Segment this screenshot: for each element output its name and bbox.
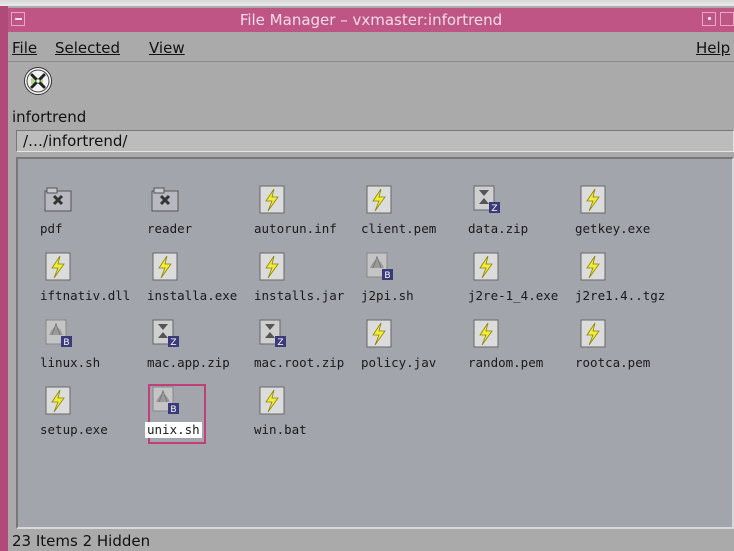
file-name: installa.exe xyxy=(147,288,238,303)
file-item[interactable]: win.bat xyxy=(242,386,342,446)
folder-icon[interactable] xyxy=(150,185,180,215)
file-item[interactable]: client.pem xyxy=(349,185,449,245)
file-name: unix.sh xyxy=(145,422,202,438)
data-file-icon[interactable] xyxy=(471,319,501,349)
file-name: getkey.exe xyxy=(575,221,651,236)
svg-text:Z: Z xyxy=(277,338,283,348)
file-name: mac.root.zip xyxy=(254,355,345,370)
file-item[interactable]: iftnativ.dll xyxy=(28,252,131,312)
zip-archive-icon[interactable]: Z xyxy=(471,185,501,215)
maximize-button[interactable] xyxy=(720,12,734,26)
svg-text:Z: Z xyxy=(170,338,176,348)
file-name: setup.exe xyxy=(40,422,108,437)
file-name: data.zip xyxy=(468,221,529,236)
menu-divider xyxy=(8,61,734,62)
file-name: client.pem xyxy=(361,221,437,236)
file-item[interactable]: installs.jar xyxy=(242,252,345,312)
menu-help[interactable]: Help xyxy=(696,36,730,60)
data-file-icon[interactable] xyxy=(578,185,608,215)
file-name: mac.app.zip xyxy=(147,355,230,370)
data-file-icon[interactable] xyxy=(43,386,73,416)
menu-bar: File Selected View Help xyxy=(8,36,734,60)
file-item[interactable]: j2re-1_4.exe xyxy=(456,252,559,312)
file-item[interactable]: rootca.pem xyxy=(563,319,663,379)
folder-icon[interactable] xyxy=(43,185,73,215)
file-item[interactable]: pdf xyxy=(28,185,128,245)
status-text: 23 Items 2 Hidden xyxy=(12,532,151,550)
file-view-pane[interactable]: pdf reader autorun.inf client.pem Zdata.zip g… xyxy=(16,157,734,529)
file-item[interactable]: setup.exe xyxy=(28,386,128,446)
data-file-icon[interactable] xyxy=(578,319,608,349)
file-name: iftnativ.dll xyxy=(40,288,131,303)
svg-text:B: B xyxy=(63,338,69,348)
file-item[interactable]: reader xyxy=(135,185,235,245)
svg-text:B: B xyxy=(384,271,390,281)
data-file-icon[interactable] xyxy=(43,252,73,282)
menu-file-label: File xyxy=(12,39,38,57)
minimize-button[interactable] xyxy=(702,12,716,26)
file-item[interactable]: Zdata.zip xyxy=(456,185,556,245)
file-name: rootca.pem xyxy=(575,355,651,370)
file-name: autorun.inf xyxy=(254,221,337,236)
cd-disc-icon[interactable] xyxy=(24,67,52,95)
data-file-icon[interactable] xyxy=(257,252,287,282)
file-item[interactable]: getkey.exe xyxy=(563,185,663,245)
file-item[interactable]: Bunix.sh xyxy=(135,386,235,446)
data-file-icon[interactable] xyxy=(257,185,287,215)
host-label[interactable]: infortrend xyxy=(12,108,86,126)
path-text: /…/infortrend/ xyxy=(23,132,128,150)
shell-script-icon[interactable]: B xyxy=(364,252,394,282)
file-name: reader xyxy=(147,221,193,236)
window-menu-button[interactable] xyxy=(11,12,25,26)
window-menu-icon xyxy=(15,18,22,20)
status-bar: 23 Items 2 Hidden xyxy=(8,532,734,551)
menu-selected[interactable]: Selected xyxy=(55,36,120,60)
data-file-icon[interactable] xyxy=(150,252,180,282)
file-name: installs.jar xyxy=(254,288,345,303)
file-name: pdf xyxy=(40,221,63,236)
file-name: linux.sh xyxy=(40,355,101,370)
file-manager-window: File Manager – vxmaster:infortrend File … xyxy=(0,6,734,551)
file-item[interactable]: Zmac.app.zip xyxy=(135,319,235,379)
path-field[interactable]: /…/infortrend/ xyxy=(16,130,734,152)
file-item[interactable]: Bj2pi.sh xyxy=(349,252,449,312)
data-file-icon[interactable] xyxy=(578,252,608,282)
menu-file[interactable]: File xyxy=(12,36,37,60)
file-name: j2re1.4..tgz xyxy=(575,288,666,303)
data-file-icon[interactable] xyxy=(257,386,287,416)
menu-view[interactable]: View xyxy=(149,36,185,60)
menu-selected-label: Selected xyxy=(55,39,121,57)
title-bar[interactable]: File Manager – vxmaster:infortrend xyxy=(8,8,734,32)
window-title: File Manager – vxmaster:infortrend xyxy=(239,11,503,29)
zip-archive-icon[interactable]: Z xyxy=(257,319,287,349)
file-item[interactable]: installa.exe xyxy=(135,252,238,312)
file-item[interactable]: Blinux.sh xyxy=(28,319,128,379)
svg-text:Z: Z xyxy=(491,204,497,214)
menu-view-label: View xyxy=(149,39,185,57)
data-file-icon[interactable] xyxy=(471,252,501,282)
shell-script-icon[interactable]: B xyxy=(150,386,180,416)
file-item[interactable]: policy.jav xyxy=(349,319,449,379)
file-name: j2re-1_4.exe xyxy=(468,288,559,303)
shell-script-icon[interactable]: B xyxy=(43,319,73,349)
file-name: j2pi.sh xyxy=(361,288,414,303)
file-name: policy.jav xyxy=(361,355,437,370)
file-item[interactable]: j2re1.4..tgz xyxy=(563,252,666,312)
file-name: random.pem xyxy=(468,355,544,370)
minimize-icon xyxy=(708,17,711,20)
cd-disc-graphic xyxy=(26,69,50,93)
file-item[interactable]: random.pem xyxy=(456,319,556,379)
file-item[interactable]: autorun.inf xyxy=(242,185,342,245)
data-file-icon[interactable] xyxy=(364,185,394,215)
svg-text:B: B xyxy=(170,405,176,415)
zip-archive-icon[interactable]: Z xyxy=(150,319,180,349)
data-file-icon[interactable] xyxy=(364,319,394,349)
file-item[interactable]: Zmac.root.zip xyxy=(242,319,345,379)
file-name: win.bat xyxy=(254,422,307,437)
menu-help-label: Help xyxy=(696,39,731,57)
